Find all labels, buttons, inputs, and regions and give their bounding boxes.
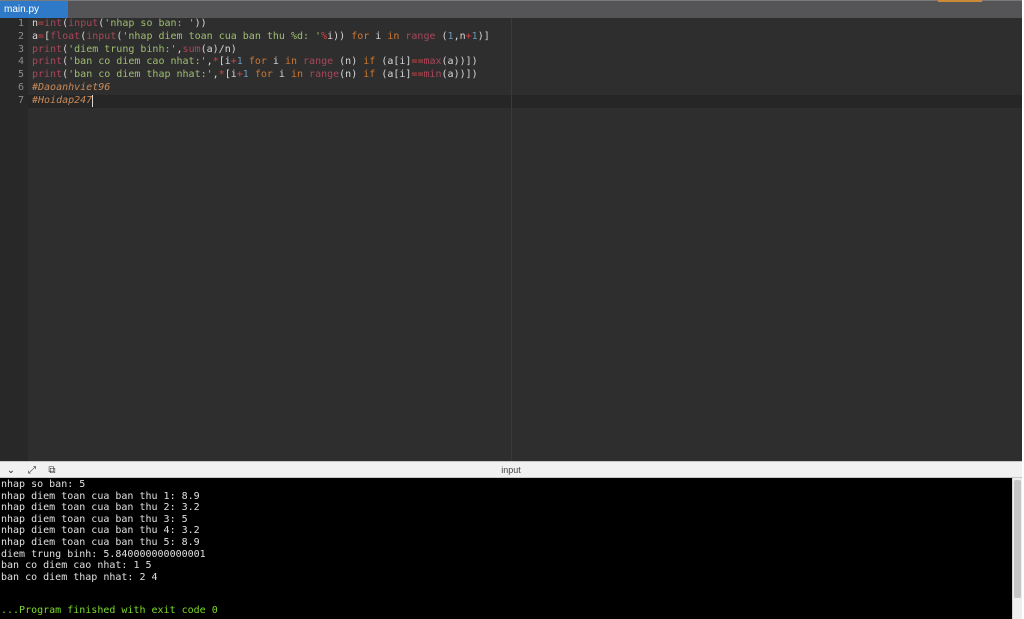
console-scrollbar[interactable] [1012,478,1022,619]
code-token: )] [477,30,490,42]
code-token: (a))]) [441,56,478,68]
console-line: nhap diem toan cua ban thu 1: 8.9 [1,490,200,502]
line-number: 3 [17,43,24,55]
code-token: == [411,56,424,68]
code-token: range [405,30,436,42]
code-token: float [50,30,81,42]
code-token: sum [182,43,201,55]
code-token: 'ban co diem cao nhat:' [68,56,207,68]
console-output[interactable]: nhap so ban: 5 nhap diem toan cua ban th… [0,478,1012,619]
tab-bar-accent [938,0,982,2]
line-number: 6 [17,82,24,93]
code-token: == [411,69,424,81]
code-line: print('ban co diem cao nhat:',*[i+1 for … [32,56,478,69]
code-token: int [44,18,63,29]
code-token: (a))]) [441,69,478,81]
code-token: in [290,69,304,81]
code-token: (n) [333,56,364,68]
console-line: ban co diem cao nhat: 1 5 [1,560,152,572]
code-token: i [266,56,285,68]
code-token: for [254,69,273,81]
code-line: a=[float(input('nhap diem toan cua ban t… [32,31,490,44]
active-line-highlight [28,94,1022,108]
code-token: 'ban co diem thap nhat:' [68,69,213,81]
code-token: print [32,56,63,68]
console-line: diem trung binh: 5.840000000000001 [1,548,206,560]
code-token: if [363,69,376,81]
console-line: nhap so ban: 5 [1,479,86,490]
code-token: 'nhap diem toan cua ban thu %d: ' [122,30,322,42]
exit-status-line: ...Program finished with exit code 0 [1,605,218,616]
text-cursor [92,94,94,107]
code-token: (a[i] [375,56,412,68]
code-line: print('ban co diem thap nhat:',*[i+1 for… [32,69,478,82]
code-token: )) [333,30,352,42]
code-token: #Hoidap247 [32,94,93,106]
console-line: ban co diem thap nhat: 2 4 [1,571,158,583]
console-line: nhap diem toan cua ban thu 3: 5 [1,513,188,525]
line-number: 1 [17,18,24,29]
code-token: 'diem trung binh:' [68,43,177,55]
line-number: 4 [17,56,24,68]
console-line: nhap diem toan cua ban thu 2: 3.2 [1,502,200,514]
code-token: for [248,56,267,68]
code-token: if [363,56,376,68]
code-line: n=int(input('nhap so ban: ')) [32,18,207,31]
code-token: min [423,69,442,81]
code-token: for [351,30,370,42]
code-token: range [303,56,334,68]
line-number-gutter: 1 2 3 4 5 6 7 [0,18,28,461]
console-line: nhap diem toan cua ban thu 4: 3.2 [1,525,200,537]
code-token: ,n [453,30,466,42]
line-number: 2 [17,30,24,42]
console-line: nhap diem toan cua ban thu 5: 8.9 [1,537,200,548]
console-toolbar: ⌄ ⤢ ⧉ input [0,461,1022,478]
console-scrollbar-thumb[interactable] [1014,480,1021,598]
tab-main-py[interactable]: main.py [0,1,68,18]
code-token: )) [194,18,207,29]
code-line: print('diem trung binh:',sum(a)/n) [32,44,237,57]
editor-tab-bar: main.py [0,0,1022,18]
console-title: input [501,465,521,475]
line-number: 7 [17,94,24,106]
code-token: (a[i] [375,69,412,81]
code-token: print [32,69,63,81]
code-token: #Daoanhviet96 [32,82,111,93]
code-token: in [387,30,400,42]
code-token: ( [435,30,448,42]
code-token: input [68,18,99,29]
code-token: (a)/n) [200,43,237,55]
code-token: i [272,69,291,81]
code-token: i [369,30,388,42]
code-token: (n) [339,69,364,81]
code-token: in [284,56,297,68]
code-token: max [423,56,442,68]
code-token: [i [218,56,231,68]
code-editor[interactable]: 1 2 3 4 5 6 7 n=int(input('nhap so ban: … [0,18,1022,461]
code-token: input [86,30,117,42]
line-number: 5 [17,69,24,81]
print-margin [511,18,512,461]
code-line: #Hoidap247 [32,94,94,108]
code-token: print [32,43,63,55]
code-token: 'nhap so ban: ' [104,18,195,29]
code-token: range [309,69,340,81]
code-line: #Daoanhviet96 [32,82,110,95]
code-token: [i [224,69,237,81]
